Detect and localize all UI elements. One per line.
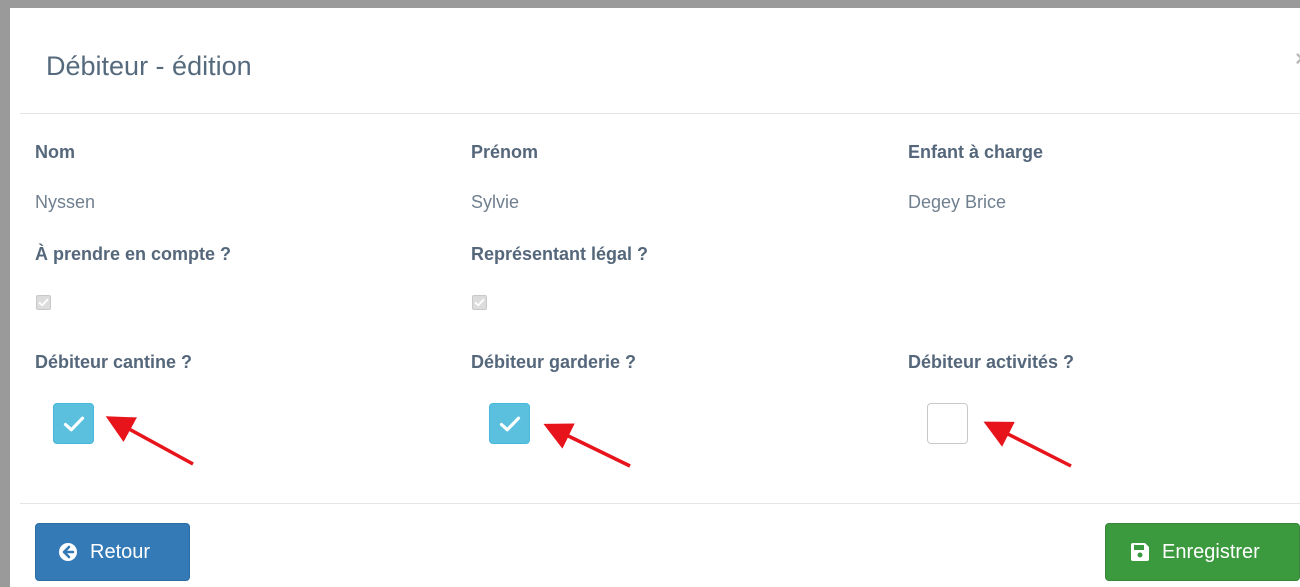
back-button[interactable]: Retour [35,523,190,581]
close-icon[interactable]: × [1295,46,1300,72]
save-button-label: Enregistrer [1162,540,1260,563]
representant-checkbox [472,295,487,310]
representant-label: Représentant légal ? [471,244,649,264]
enfant-label: Enfant à charge [908,142,1044,162]
activites-checkbox[interactable] [927,403,968,444]
modal-dialog: Débiteur - édition × Nom Prénom Enfant à… [0,0,1300,587]
garderie-checkbox[interactable] [489,403,530,444]
circle-arrow-left-icon [58,542,78,562]
modal-title: Débiteur - édition [46,51,252,81]
enfant-value: Degey Brice [908,192,1007,212]
checkmark-icon [474,298,485,307]
a-prendre-checkbox [36,295,51,310]
checkmark-icon [38,298,49,307]
checkmark-icon [499,416,521,432]
prenom-label: Prénom [471,142,539,162]
prenom-value: Sylvie [471,192,520,212]
back-button-label: Retour [90,540,151,563]
nom-label: Nom [35,142,75,162]
nom-value: Nyssen [35,192,96,212]
cantine-label: Débiteur cantine ? [35,352,193,372]
a-prendre-label: À prendre en compte ? [35,244,232,264]
activites-label: Débiteur activités ? [908,352,1075,372]
cantine-checkbox[interactable] [53,403,94,444]
modal-footer-divider [20,503,1300,504]
checkmark-icon [63,416,85,432]
save-button[interactable]: Enregistrer [1105,523,1300,581]
modal-header: Débiteur - édition × [20,16,1300,114]
garderie-label: Débiteur garderie ? [471,352,637,372]
floppy-disk-icon [1130,542,1150,562]
